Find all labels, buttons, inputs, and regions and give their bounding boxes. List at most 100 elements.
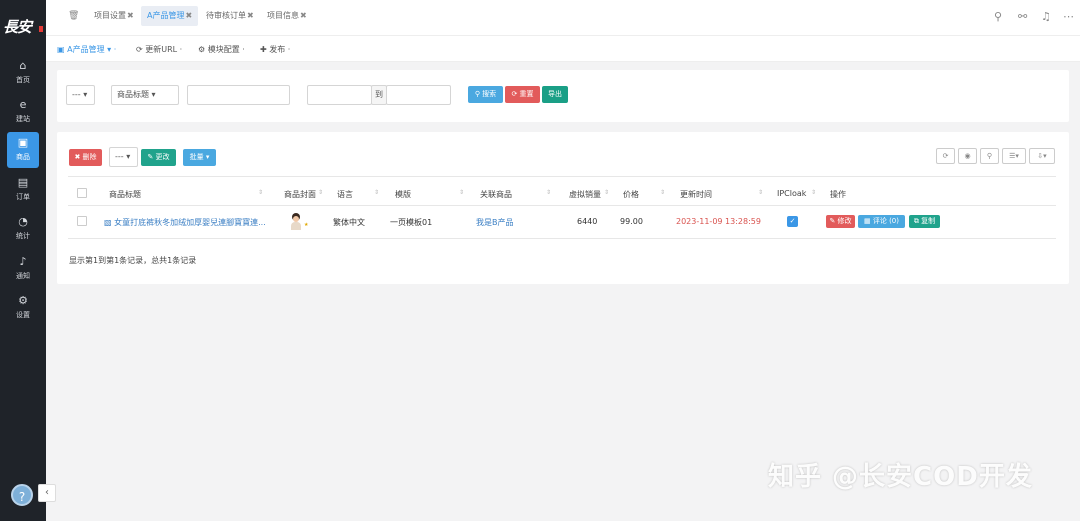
sort-icon[interactable]: ⇕ [811, 189, 816, 196]
subnav-module[interactable]: ⚙ 模块配置 · [198, 44, 245, 55]
pagination-info: 显示第1到第1条记录，总共1条记录 [69, 256, 197, 265]
subnav-publish[interactable]: ✚ 发布 · [260, 44, 290, 55]
column-header[interactable]: 虚拟销量 [569, 189, 601, 200]
subnav-module-label: 模块配置 [207, 45, 240, 54]
copy-button-label: 复制 [921, 217, 936, 225]
cell-updated: 2023-11-09 13:28:59 [676, 217, 761, 226]
range-separator: 到 [371, 85, 387, 105]
delete-button-label: 删除 [82, 153, 97, 161]
search-input[interactable] [187, 85, 290, 105]
bell-icon[interactable]: ♫ [1041, 10, 1051, 23]
avatar[interactable]: ? [11, 484, 33, 506]
link-icon[interactable]: ⚯ [1018, 10, 1027, 23]
reset-button[interactable]: ⟳ 重置 [505, 86, 540, 103]
ipcloak-check-icon[interactable]: ✓ [787, 216, 798, 227]
row-checkbox[interactable] [77, 216, 87, 226]
sidebar-item-label: 建站 [16, 115, 30, 123]
column-header[interactable]: 更新时间 [680, 189, 712, 200]
column-header[interactable]: 关联商品 [480, 189, 512, 200]
delete-button[interactable]: ✖ 删除 [69, 149, 102, 166]
brand-logo[interactable]: 長安 [3, 16, 43, 38]
select-all-checkbox[interactable] [77, 188, 87, 198]
collapse-sidebar-button[interactable]: ‹ [38, 484, 56, 502]
tab-product-a[interactable]: A产品管理✖ [141, 6, 199, 26]
sort-icon[interactable]: ⇕ [374, 189, 379, 196]
trash-icon[interactable]: 🗑 [68, 11, 79, 21]
change-button[interactable]: ✎ 更改 [141, 149, 176, 166]
refresh-icon[interactable]: ⟳ [936, 148, 955, 164]
document-icon: ▤ [17, 176, 29, 189]
bulk-select-value: --- [115, 152, 124, 161]
review-button-label: 评论 (0) [872, 217, 899, 225]
tab-project-info[interactable]: 项目信息✖ [261, 6, 313, 26]
pie-chart-icon: ◔ [18, 215, 28, 228]
sidebar-item-home[interactable]: ⌂ 首页 [0, 55, 46, 91]
tab-project-settings[interactable]: 项目设置✖ [88, 6, 140, 26]
bulk-select[interactable]: --- ▾ [109, 147, 138, 167]
sidebar-item-settings[interactable]: ⚙ 设置 [0, 290, 46, 326]
column-header: 操作 [830, 190, 846, 199]
tab-pending-orders[interactable]: 待审核订单✖ [200, 6, 260, 26]
product-title: 女童打底裤秋冬加绒加厚婴兒連腳寶寶連... [114, 218, 266, 227]
row-border [68, 238, 1056, 239]
home-icon: ⌂ [19, 59, 27, 72]
tab-label: A产品管理 [147, 11, 185, 20]
close-icon[interactable]: ✖ [300, 11, 307, 20]
export-button[interactable]: 导出 [542, 86, 568, 103]
sort-icon[interactable]: ⇕ [459, 189, 464, 196]
batch-button[interactable]: 批量 ▾ [183, 149, 216, 166]
close-icon[interactable]: ✖ [185, 11, 192, 20]
product-title-link[interactable]: ▧ 女童打底裤秋冬加绒加厚婴兒連腳寶寶連... [104, 217, 266, 228]
column-header[interactable]: 商品封面 [284, 189, 316, 200]
tab-label: 待审核订单 [206, 11, 246, 20]
close-icon[interactable]: ✖ [247, 11, 254, 20]
range-start-input[interactable] [307, 85, 372, 105]
tab-bar: 🗑 项目设置✖ A产品管理✖ 待审核订单✖ 项目信息✖ ⚲ ⚯ ♫ ⋯ [46, 0, 1080, 36]
column-header[interactable]: IPCloak [777, 189, 806, 198]
field-select-value: 商品标题 [117, 90, 149, 99]
column-header[interactable]: 价格 [623, 189, 639, 200]
search-icon[interactable]: ⚲ [994, 10, 1002, 23]
thumbnail-body [291, 222, 301, 230]
copy-button[interactable]: ⧉ 复制 [909, 215, 940, 228]
close-icon[interactable]: ✖ [127, 11, 134, 20]
review-button[interactable]: ▦ 评论 (0) [858, 215, 905, 228]
table-top-border [68, 176, 1056, 177]
sidebar-item-notify[interactable]: ♪ 通知 [0, 251, 46, 287]
sidebar-item-stats[interactable]: ◔ 统计 [0, 211, 46, 247]
sidebar-item-products[interactable]: ▣ 商品 [7, 132, 39, 168]
sort-icon[interactable]: ⇕ [318, 189, 323, 196]
tab-label: 项目信息 [267, 11, 299, 20]
column-header[interactable]: 模版 [395, 189, 411, 200]
range-end-input[interactable] [386, 85, 451, 105]
sort-icon[interactable]: ⇕ [258, 189, 263, 196]
field-select[interactable]: 商品标题 ▾ [111, 85, 179, 105]
eye-icon[interactable]: ◉ [958, 148, 977, 164]
search-button[interactable]: ⚲ 搜索 [468, 86, 503, 103]
sort-icon[interactable]: ⇕ [758, 189, 763, 196]
sort-icon[interactable]: ⇕ [604, 189, 609, 196]
subnav-update-url[interactable]: ⟳ 更新URL · [136, 44, 182, 55]
download-icon[interactable]: ⇩▾ [1029, 148, 1055, 164]
column-header[interactable]: 语言 [337, 189, 353, 200]
cell-price: 99.00 [620, 217, 643, 226]
sort-icon[interactable]: ⇕ [546, 189, 551, 196]
column-header[interactable]: 商品标题 [109, 189, 141, 200]
sidebar-item-orders[interactable]: ▤ 订单 [0, 172, 46, 208]
zoom-icon[interactable]: ⚲ [980, 148, 999, 164]
filter-select[interactable]: --- ▾ [66, 85, 95, 105]
sidebar-item-label: 商品 [16, 153, 30, 161]
linked-product-link[interactable]: 我是B产品 [476, 217, 514, 228]
subnav-product[interactable]: ▣ A产品管理 ▾ · [57, 44, 116, 55]
sidebar-item-label: 通知 [16, 272, 30, 280]
browser-icon: e [19, 98, 27, 111]
sort-icon[interactable]: ⇕ [660, 189, 665, 196]
edit-button[interactable]: ✎ 修改 [826, 215, 855, 228]
sidebar-item-label: 设置 [16, 311, 30, 319]
columns-icon[interactable]: ☰▾ [1002, 148, 1026, 164]
sidebar-item-site[interactable]: e 建站 [0, 94, 46, 130]
watermark: 知乎 @长安COD开发 [768, 462, 1033, 492]
product-cover-thumbnail[interactable] [289, 213, 303, 231]
more-icon[interactable]: ⋯ [1063, 10, 1074, 23]
sidebar-item-label: 统计 [16, 232, 30, 240]
